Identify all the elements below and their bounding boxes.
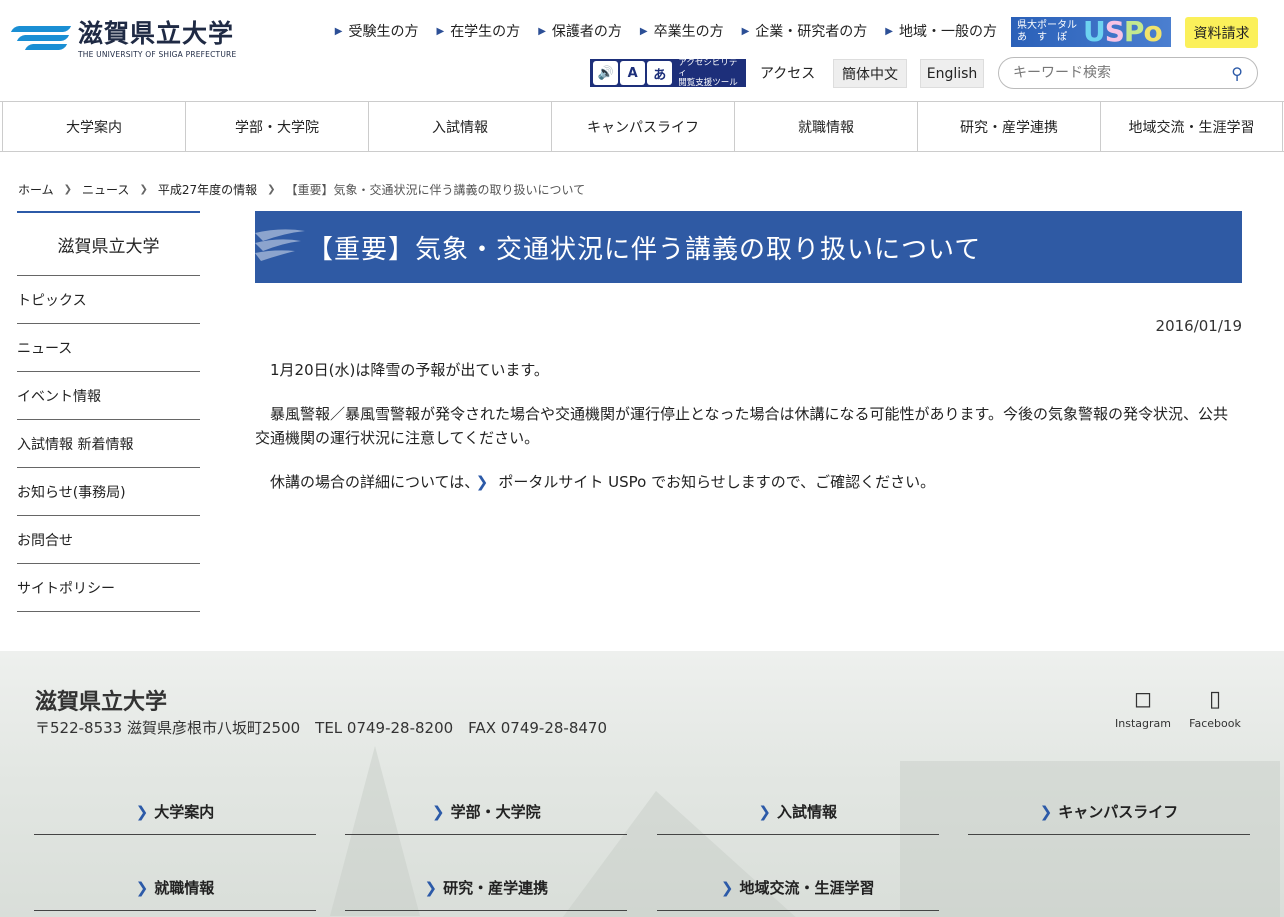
page-title: 【重要】気象・交通状況に伴う講義の取り扱いについて bbox=[307, 234, 982, 265]
footer-university-name: 滋賀県立大学 bbox=[35, 690, 168, 715]
gnav-research[interactable]: 研究・産学連携 bbox=[917, 102, 1100, 151]
chevron-right-icon: ❯ bbox=[424, 878, 438, 897]
footer-nav-spacer bbox=[968, 865, 1250, 911]
lang-chinese-button[interactable]: 簡体中文 bbox=[833, 59, 907, 88]
text-size-icon: A bbox=[620, 61, 646, 85]
article-paragraph: 1月20日(水)は降雪の予報が出ています。 bbox=[270, 361, 549, 379]
search-box: ⚲ bbox=[998, 57, 1258, 89]
footer-nav-about[interactable]: ❯ 大学案内 bbox=[34, 789, 316, 835]
article-date: 2016/01/19 bbox=[1155, 317, 1242, 335]
link-community[interactable]: ▶ 地域・一般の方 bbox=[885, 21, 997, 41]
title-wave-icon bbox=[255, 229, 305, 261]
link-prospective-students[interactable]: ▶ 受験生の方 bbox=[335, 21, 419, 41]
chevron-right-icon: ❯ bbox=[475, 473, 489, 491]
triangle-right-icon: ▶ bbox=[334, 25, 343, 37]
gnav-community[interactable]: 地域交流・生涯学習 bbox=[1100, 102, 1283, 151]
footer-nav-row: ❯ 就職情報 ❯ 研究・産学連携 ❯ 地域交流・生涯学習 bbox=[34, 865, 1250, 911]
footer-nav-admissions[interactable]: ❯ 入試情報 bbox=[656, 789, 939, 835]
link-parents[interactable]: ▶ 保護者の方 bbox=[538, 21, 622, 41]
chevron-right-icon: ❯ bbox=[267, 184, 276, 195]
gnav-careers[interactable]: 就職情報 bbox=[734, 102, 917, 151]
article-title-bar: 【重要】気象・交通状況に伴う講義の取り扱いについて bbox=[255, 211, 1242, 283]
chevron-right-icon: ❯ bbox=[720, 878, 734, 897]
accessibility-tool-button[interactable]: 🔊 A あ アクセシビリティ 閲覧支援ツール bbox=[590, 58, 746, 88]
logo-title: 滋賀県立大学 bbox=[78, 19, 235, 48]
gnav-faculties[interactable]: 学部・大学院 bbox=[185, 102, 368, 151]
header: 滋賀県立大学 THE UNIVERSITY OF SHIGA PREFECTUR… bbox=[0, 0, 1284, 101]
sidebar-item-site-policy[interactable]: サイトポリシー bbox=[17, 564, 200, 612]
link-alumni[interactable]: ▶ 卒業生の方 bbox=[640, 21, 724, 41]
global-nav: 大学案内 学部・大学院 入試情報 キャンパスライフ 就職情報 研究・産学連携 地… bbox=[0, 101, 1284, 152]
sidebar-title[interactable]: 滋賀県立大学 bbox=[17, 213, 200, 276]
footer-nav-research[interactable]: ❯ 研究・産学連携 bbox=[345, 865, 628, 911]
uspo-caption: 県大ポータル あ す ぽ bbox=[1017, 20, 1077, 43]
footer-nav-campus-life[interactable]: ❯ キャンパスライフ bbox=[967, 789, 1250, 835]
article: 【重要】気象・交通状況に伴う講義の取り扱いについて 2016/01/19 1月2… bbox=[255, 211, 1242, 494]
sidebar: 滋賀県立大学 トピックス ニュース イベント情報 入試情報 新着情報 お知らせ(… bbox=[17, 211, 200, 612]
instagram-link[interactable]: ◻ Instagram bbox=[1113, 687, 1173, 730]
chevron-right-icon: ❯ bbox=[135, 802, 149, 821]
sidebar-item-admissions-news[interactable]: 入試情報 新着情報 bbox=[17, 420, 200, 468]
chevron-right-icon: ❯ bbox=[1039, 802, 1053, 821]
triangle-right-icon: ▶ bbox=[885, 25, 893, 37]
article-body: 1月20日(水)は降雪の予報が出ています。 暴風警報／暴風雪警報が発令された場合… bbox=[255, 358, 1242, 494]
triangle-right-icon: ▶ bbox=[639, 25, 648, 37]
triangle-right-icon: ▶ bbox=[741, 25, 750, 37]
lang-english-button[interactable]: English bbox=[920, 59, 984, 88]
footer-nav-faculties[interactable]: ❯ 学部・大学院 bbox=[345, 789, 628, 835]
footer-nav-row: ❯ 大学案内 ❯ 学部・大学院 ❯ 入試情報 ❯ キャンパスライフ bbox=[34, 789, 1250, 835]
gnav-about[interactable]: 大学案内 bbox=[2, 102, 185, 151]
triangle-right-icon: ▶ bbox=[436, 25, 445, 37]
university-logo[interactable]: 滋賀県立大学 THE UNIVERSITY OF SHIGA PREFECTUR… bbox=[10, 19, 237, 59]
uspo-logo: USPo bbox=[1083, 15, 1163, 48]
sidebar-item-news[interactable]: ニュース bbox=[17, 324, 200, 372]
chevron-right-icon: ❯ bbox=[135, 878, 149, 897]
article-paragraph: 暴風警報／暴風雪警報が発令された場合や交通機関が運行停止となった場合は休講になる… bbox=[255, 405, 1229, 447]
link-current-students[interactable]: ▶ 在学生の方 bbox=[436, 21, 520, 41]
facebook-icon: ▯ bbox=[1208, 687, 1222, 712]
search-input[interactable] bbox=[1013, 65, 1232, 81]
sidebar-item-events[interactable]: イベント情報 bbox=[17, 372, 200, 420]
uspo-portal-link[interactable]: ポータルサイト USPo bbox=[498, 473, 646, 491]
footer-nav-community[interactable]: ❯ 地域交流・生涯学習 bbox=[656, 865, 939, 911]
footer: 滋賀県立大学 〒522-8533 滋賀県彦根市八坂町2500 TEL 0749-… bbox=[0, 651, 1284, 917]
logo-subtitle: THE UNIVERSITY OF SHIGA PREFECTURE bbox=[78, 50, 237, 59]
chevron-right-icon: ❯ bbox=[139, 184, 148, 195]
accessibility-tool-label: アクセシビリティ 閲覧支援ツール bbox=[678, 58, 738, 88]
instagram-icon: ◻ bbox=[1133, 687, 1153, 712]
chevron-right-icon: ❯ bbox=[758, 802, 771, 821]
link-companies[interactable]: ▶ 企業・研究者の方 bbox=[742, 21, 868, 41]
speaker-icon: 🔊 bbox=[593, 61, 619, 85]
sidebar-item-topics[interactable]: トピックス bbox=[17, 276, 200, 324]
sidebar-item-contact[interactable]: お問合せ bbox=[17, 516, 200, 564]
uspo-portal-banner[interactable]: 県大ポータル あ す ぽ USPo bbox=[1011, 17, 1171, 47]
footer-nav-careers[interactable]: ❯ 就職情報 bbox=[34, 865, 316, 911]
breadcrumb-home[interactable]: ホーム bbox=[18, 181, 54, 198]
logo-wave-icon bbox=[10, 24, 72, 54]
footer-address: 〒522-8533 滋賀県彦根市八坂町2500 TEL 0749-28-8200… bbox=[35, 719, 608, 737]
chevron-right-icon: ❯ bbox=[63, 184, 73, 195]
sidebar-item-office-notices[interactable]: お知らせ(事務局) bbox=[17, 468, 200, 516]
access-link[interactable]: アクセス bbox=[760, 63, 815, 83]
chevron-right-icon: ❯ bbox=[432, 802, 445, 821]
article-paragraph: 休講の場合の詳細については、 ❯ ポータルサイト USPo でお知らせしますので、ご… bbox=[270, 473, 936, 491]
hiragana-icon: あ bbox=[647, 61, 673, 85]
search-icon[interactable]: ⚲ bbox=[1231, 64, 1243, 83]
breadcrumb-current: 【重要】気象・交通状況に伴う講義の取り扱いについて bbox=[285, 183, 586, 197]
breadcrumb-news[interactable]: ニュース bbox=[82, 181, 129, 198]
triangle-right-icon: ▶ bbox=[538, 25, 546, 37]
gnav-admissions[interactable]: 入試情報 bbox=[368, 102, 551, 151]
request-materials-button[interactable]: 資料請求 bbox=[1185, 17, 1258, 48]
gnav-campus-life[interactable]: キャンパスライフ bbox=[551, 102, 734, 151]
audience-links: ▶ 受験生の方 ▶ 在学生の方 ▶ 保護者の方 ▶ 卒業生の方 ▶ 企業・研究者の方 ▶ 地… bbox=[335, 21, 997, 41]
breadcrumb-fy27[interactable]: 平成27年度の情報 bbox=[158, 181, 257, 198]
facebook-link[interactable]: ▯ Facebook bbox=[1185, 687, 1245, 730]
breadcrumb: ホーム ❯ ニュース ❯ 平成27年度の情報 ❯ 【重要】気象・交通状況に伴う講… bbox=[18, 181, 585, 198]
